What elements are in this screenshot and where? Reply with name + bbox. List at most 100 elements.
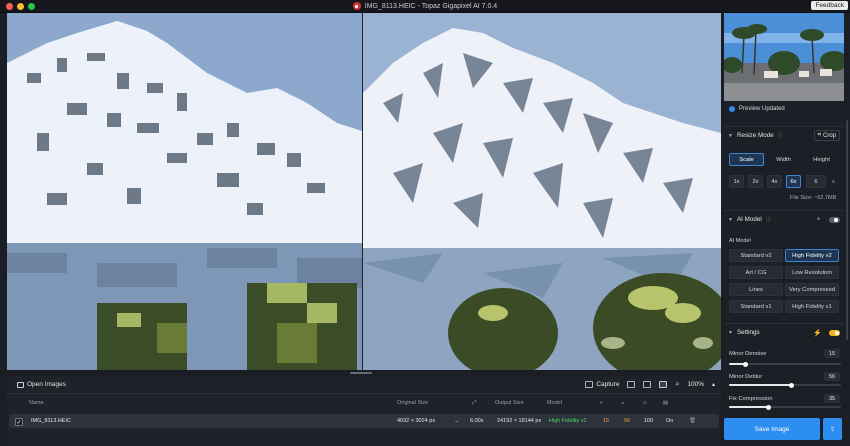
resize-mode-title: Resize Mode (736, 132, 774, 139)
app-logo-icon (352, 2, 361, 10)
crop-label: Crop (822, 132, 836, 139)
export-icon: ⇪ (829, 426, 836, 433)
model-standard-v1[interactable]: Standard v1 (729, 300, 783, 313)
split-view-icon[interactable] (643, 381, 652, 388)
capture-label: Capture (596, 381, 620, 388)
model-high-fidelity-v2[interactable]: High Fidelity v2 (785, 249, 839, 262)
deblur-col-icon: ◒ (621, 400, 625, 406)
file-face: 100 (644, 418, 654, 424)
fix-compression-value[interactable]: 35 (824, 394, 840, 403)
denoise-col-icon: ◐ (600, 400, 604, 406)
preview-status: Preview Updated (729, 106, 785, 112)
model-art-cg[interactable]: Art / CG (729, 266, 783, 279)
sidebar-scrollbar[interactable] (846, 120, 848, 340)
zoom-level[interactable]: 100% (687, 381, 704, 388)
settings-header[interactable]: ▼ Settings ⚡ (724, 323, 844, 341)
scale-1x[interactable]: 1x (729, 175, 744, 188)
col-original-size: Original Size (397, 400, 429, 406)
preview-status-label: Preview Updated (739, 106, 785, 112)
scale-2x[interactable]: 2x (748, 175, 763, 188)
window-controls[interactable] (6, 3, 35, 10)
original-preview (7, 13, 362, 370)
arrow-right-icon: → (454, 418, 460, 424)
fix-compression-slider[interactable] (729, 404, 841, 410)
table-row[interactable]: ✓ IMG_8113.HEIC 4032 × 3024 px → 6.00x 2… (9, 414, 719, 428)
trash-icon[interactable]: 🗑 (689, 418, 696, 424)
side-by-side-icon[interactable] (659, 381, 668, 388)
model-very-compressed[interactable]: Very Compressed (785, 283, 839, 296)
open-images-button[interactable]: Open Images (13, 379, 70, 390)
chevron-up-icon[interactable]: ▴ (712, 381, 715, 388)
minor-deblur-slider[interactable] (729, 382, 841, 388)
slider-knob[interactable] (765, 404, 771, 410)
settings-title: Settings (736, 329, 760, 336)
capture-icon (585, 381, 594, 388)
settings-toggle[interactable] (829, 329, 840, 336)
file-name: IMG_8113.HEIC (31, 418, 71, 424)
minor-denoise-value[interactable]: 15 (824, 349, 840, 358)
enhanced-preview (363, 13, 721, 370)
maximize-icon[interactable] (28, 3, 35, 10)
ai-model-title: AI Model (736, 216, 762, 223)
file-scale: 6.00x (470, 418, 484, 424)
list-toolbar: Open Images Capture ⌕ 100% ▴ (7, 376, 721, 394)
sparkle-icon: ✦ (815, 217, 821, 223)
zoom-icon[interactable]: ⌕ (675, 381, 679, 389)
ai-model-header[interactable]: ▼ AI Model ⓘ ✦ (724, 210, 844, 228)
file-model: High Fidelity v2 (549, 418, 587, 424)
chevron-down-icon: ▼ (728, 132, 733, 139)
slider-knob[interactable] (743, 361, 749, 367)
mode-scale[interactable]: Scale (729, 153, 764, 166)
chevron-down-icon: ▼ (728, 216, 733, 223)
image-list-panel: Open Images Capture ⌕ 100% ▴ Name Origin… (7, 376, 721, 446)
file-original-size: 4032 × 3024 px (397, 418, 436, 424)
file-deblur: 56 (624, 418, 631, 424)
fix-compression-label: Fix Compression (729, 396, 773, 402)
model-low-resolution[interactable]: Low Resolution (785, 266, 839, 279)
single-view-icon[interactable] (627, 381, 636, 388)
settings-sidebar: Preview Updated ▼ Resize Mode ⓘ ⌗ Crop S… (724, 13, 844, 446)
minimize-icon[interactable] (17, 3, 24, 10)
feedback-button[interactable]: Feedback (811, 1, 848, 10)
minor-deblur-value[interactable]: 56 (824, 372, 840, 381)
col-output-size: Output Size (495, 400, 524, 406)
resize-mode-header[interactable]: ▼ Resize Mode ⓘ ⌗ Crop (724, 126, 844, 144)
col-model: Model (547, 400, 562, 406)
minor-deblur-label: Minor Deblur (729, 374, 763, 380)
close-icon[interactable] (6, 3, 13, 10)
window-title: IMG_8113.HEIC - Topaz Gigapixel AI 7.0.4 (364, 2, 498, 10)
open-images-label: Open Images (27, 381, 67, 388)
preview-area[interactable] (7, 13, 721, 370)
model-high-fidelity-v1[interactable]: High Fidelity v1 (785, 300, 839, 313)
scale-6x[interactable]: 6x (786, 175, 801, 188)
crop-button[interactable]: ⌗ Crop (813, 130, 840, 141)
custom-scale-unit: x (832, 179, 835, 185)
model-standard-v2[interactable]: Standard v2 (729, 249, 783, 262)
list-header: Name Original Size ⤢ Output Size Model ◐… (7, 396, 721, 410)
crop-icon: ⌗ (817, 132, 821, 138)
save-image-button[interactable]: Save Image (724, 418, 820, 440)
custom-scale-input[interactable]: 6 (806, 175, 826, 188)
lightning-icon: ⚡ (813, 329, 822, 337)
info-icon[interactable]: ⓘ (766, 216, 771, 223)
info-icon[interactable]: ⓘ (778, 132, 783, 139)
title-bar: IMG_8113.HEIC - Topaz Gigapixel AI 7.0.4… (0, 0, 850, 13)
minor-denoise-label: Minor Denoise (729, 351, 767, 357)
slider-knob[interactable] (789, 382, 795, 388)
ai-model-toggle[interactable] (829, 216, 840, 223)
mode-height[interactable]: Height (804, 153, 839, 166)
minor-denoise-slider[interactable] (729, 361, 841, 367)
ai-model-label: AI Model (729, 238, 751, 244)
capture-button[interactable]: Capture (585, 381, 619, 388)
preview-scroll-handle[interactable] (350, 372, 372, 374)
model-lines[interactable]: Lines (729, 283, 783, 296)
mode-width[interactable]: Width (766, 153, 801, 166)
export-settings-button[interactable]: ⇪ (823, 418, 842, 440)
chevron-down-icon: ▼ (728, 329, 733, 336)
scale-4x[interactable]: 4x (767, 175, 782, 188)
row-checkbox[interactable]: ✓ (15, 418, 23, 426)
face-col-icon: ☺ (642, 400, 648, 406)
navigator-thumbnail[interactable] (724, 13, 844, 101)
status-dot-icon (729, 106, 735, 112)
compression-col-icon: ▤ (663, 400, 669, 406)
